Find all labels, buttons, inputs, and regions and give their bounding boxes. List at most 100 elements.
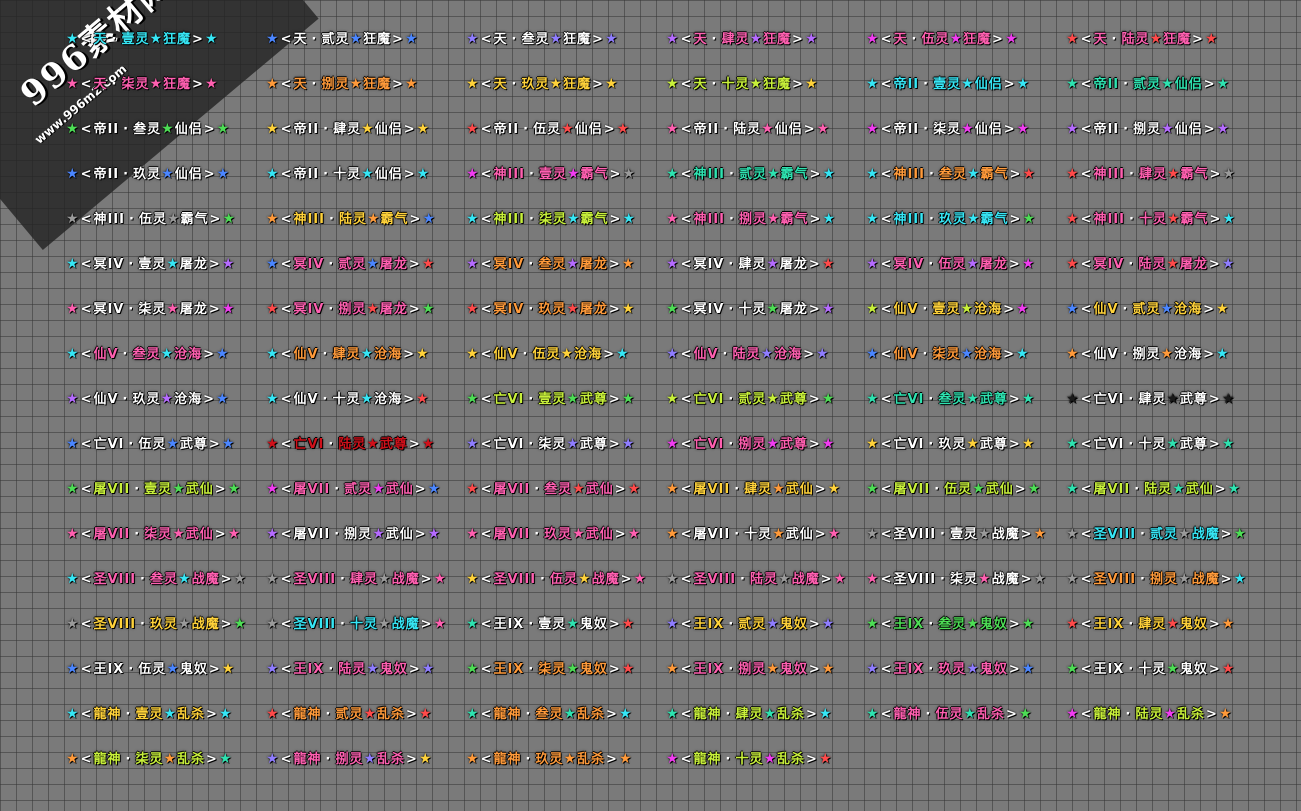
title-grade: 十灵 <box>1138 662 1167 677</box>
bracket-right: > <box>208 437 221 452</box>
star-icon: ★ <box>621 391 636 407</box>
star-icon: ★ <box>666 661 680 677</box>
star-icon: ★ <box>1166 616 1180 632</box>
star-icon: ★ <box>866 571 880 587</box>
title-grade: 陆灵 <box>733 122 762 137</box>
star-icon: ★ <box>821 661 836 677</box>
bracket-left: < <box>80 32 93 47</box>
bracket-right: > <box>408 662 421 677</box>
separator-dot: · <box>334 527 341 542</box>
bracket-left: < <box>680 707 693 722</box>
title-suffix: 狂魔 <box>763 77 792 92</box>
separator-dot: · <box>928 617 935 632</box>
title-item: ★<龍神 · 捌灵★乱杀>★ <box>266 748 433 770</box>
separator-dot: · <box>1128 167 1135 182</box>
star-icon: ★ <box>1021 661 1036 677</box>
star-icon: ★ <box>1033 571 1048 587</box>
title-tier: 帝II <box>93 122 120 137</box>
title-grade: 贰灵 <box>738 617 767 632</box>
title-item: ★<神III · 伍灵★霸气>★ <box>66 208 236 230</box>
star-icon: ★ <box>866 526 880 542</box>
star-icon: ★ <box>621 256 636 272</box>
star-icon: ★ <box>166 301 180 317</box>
star-icon: ★ <box>466 301 480 317</box>
separator-dot: · <box>928 257 935 272</box>
separator-dot: · <box>1122 302 1129 317</box>
title-tier: 屠VII <box>293 482 331 497</box>
star-icon: ★ <box>227 526 242 542</box>
separator-dot: · <box>528 257 535 272</box>
title-suffix: 武仙 <box>185 482 214 497</box>
star-icon: ★ <box>1166 256 1180 272</box>
star-icon: ★ <box>1233 526 1248 542</box>
title-suffix: 沧海 <box>374 347 403 362</box>
title-grade: 玖灵 <box>938 437 967 452</box>
title-tier: 冥IV <box>693 302 725 317</box>
separator-dot: · <box>511 77 518 92</box>
title-item: ★<王IX · 柒灵★鬼奴>★ <box>466 658 635 680</box>
bracket-left: < <box>1080 482 1093 497</box>
bracket-right: > <box>1206 707 1218 722</box>
star-icon: ★ <box>221 256 236 272</box>
bracket-left: < <box>880 572 893 587</box>
bracket-right: > <box>1003 122 1016 137</box>
title-item: ★<冥IV · 壹灵★屠龙>★ <box>66 253 235 275</box>
title-suffix: 屠龙 <box>579 257 608 272</box>
star-icon: ★ <box>1021 436 1036 452</box>
star-icon: ★ <box>866 76 880 92</box>
star-icon: ★ <box>1222 166 1236 182</box>
title-tier: 亡VI <box>693 437 725 452</box>
title-suffix: 狂魔 <box>363 32 392 47</box>
title-grade: 肆灵 <box>332 347 361 362</box>
title-suffix: 霸气 <box>780 212 809 227</box>
star-icon: ★ <box>149 31 164 47</box>
title-tier: 冥IV <box>293 302 325 317</box>
star-icon: ★ <box>66 481 80 497</box>
star-icon: ★ <box>466 391 480 407</box>
bracket-left: < <box>680 392 693 407</box>
title-grade: 陆灵 <box>338 662 367 677</box>
star-icon: ★ <box>1163 706 1178 722</box>
star-icon: ★ <box>1227 481 1242 497</box>
bracket-left: < <box>80 167 93 182</box>
title-tier: 天 <box>693 32 708 47</box>
star-icon: ★ <box>827 481 842 497</box>
star-icon: ★ <box>415 391 430 407</box>
title-grade: 陆灵 <box>1144 482 1173 497</box>
star-icon: ★ <box>421 436 436 452</box>
title-item: ★<亡VI · 叁灵★武尊>★ <box>866 388 1035 410</box>
star-icon: ★ <box>66 391 80 407</box>
star-icon: ★ <box>221 301 236 317</box>
title-tier: 亡VI <box>493 437 525 452</box>
title-tier: 王IX <box>1093 617 1125 632</box>
star-icon: ★ <box>1221 661 1236 677</box>
bracket-left: < <box>1080 527 1093 542</box>
star-icon: ★ <box>266 661 280 677</box>
separator-dot: · <box>340 617 346 632</box>
star-icon: ★ <box>822 166 836 182</box>
separator-dot: · <box>525 752 532 767</box>
separator-dot: · <box>928 437 935 452</box>
separator-dot: · <box>940 572 946 587</box>
star-icon: ★ <box>221 661 236 677</box>
title-item: ★<龍神 · 叁灵★乱杀>★ <box>466 703 633 725</box>
title-grade: 叁灵 <box>938 617 967 632</box>
title-grade: 捌灵 <box>1132 347 1161 362</box>
star-icon: ★ <box>666 706 680 722</box>
title-item: ★<帝II · 陆灵★仙侣>★ <box>666 118 830 140</box>
title-item: ★<仙V · 柒灵★沧海>★ <box>866 343 1030 365</box>
separator-dot: · <box>922 347 929 362</box>
bracket-right: > <box>992 32 1004 47</box>
title-suffix: 武仙 <box>985 482 1014 497</box>
bracket-right: > <box>1209 167 1222 182</box>
star-icon: ★ <box>666 616 680 632</box>
star-icon: ★ <box>760 346 775 362</box>
separator-dot: · <box>128 662 135 677</box>
title-tier: 屠VII <box>93 527 131 542</box>
bracket-right: > <box>1208 662 1221 677</box>
title-grade: 玖灵 <box>521 77 550 92</box>
bracket-left: < <box>480 302 493 317</box>
bracket-right: > <box>392 32 404 47</box>
title-grade: 肆灵 <box>350 572 379 587</box>
star-icon: ★ <box>361 166 375 182</box>
